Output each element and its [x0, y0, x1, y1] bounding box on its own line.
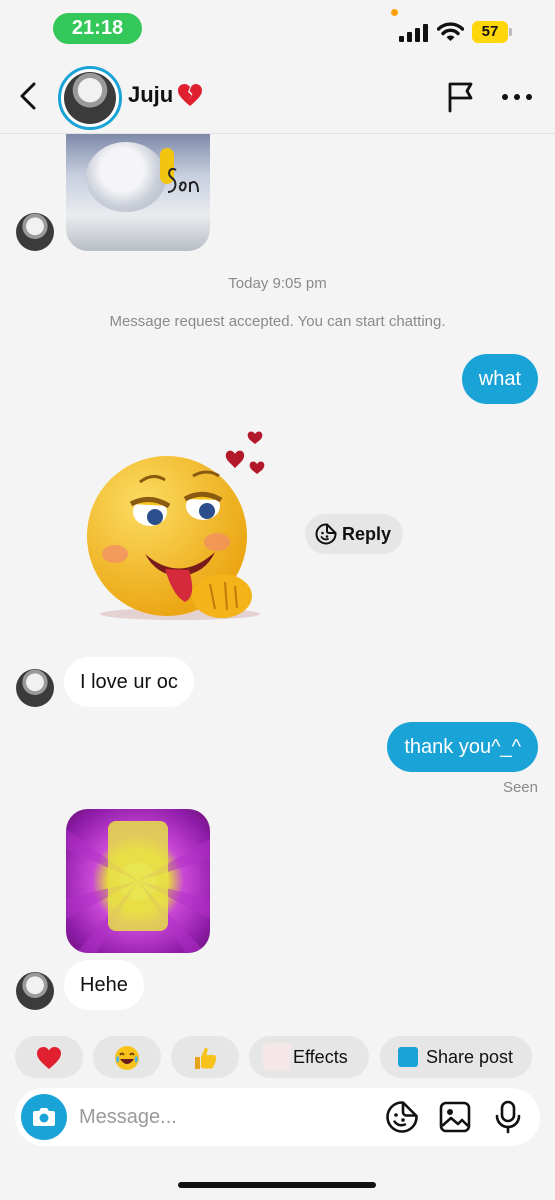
flag-icon[interactable]: [444, 80, 478, 114]
chevron-left-icon[interactable]: [14, 80, 44, 112]
home-indicator[interactable]: [178, 1182, 376, 1188]
wifi-icon: [437, 22, 464, 41]
spongebob-image[interactable]: [66, 809, 210, 953]
camera-button[interactable]: [21, 1094, 67, 1140]
play-icon: [398, 1047, 418, 1067]
privacy-indicator-dot: [391, 9, 398, 16]
battery-icon: 57: [472, 21, 512, 43]
heart-icon: [37, 1047, 61, 1070]
gallery-icon[interactable]: [438, 1100, 472, 1134]
message-input[interactable]: [79, 1097, 369, 1137]
heart-reaction-button[interactable]: [15, 1036, 83, 1078]
chat-header: Juju: [0, 58, 555, 134]
status-time: 21:18: [53, 13, 142, 44]
seen-status: Seen: [502, 779, 538, 796]
message-composer: [15, 1088, 540, 1146]
effects-label: Effects: [293, 1047, 348, 1067]
laughing-emoji-icon: [115, 1046, 139, 1071]
battery-level: 57: [472, 21, 508, 43]
broken-heart-icon: [178, 84, 202, 106]
smiling-emoji-sticker[interactable]: [85, 424, 275, 624]
thumbs-up-icon: [195, 1047, 217, 1070]
share-post-button[interactable]: Share post: [380, 1036, 532, 1078]
status-bar: 21:18 57: [0, 0, 555, 58]
system-message: Message request accepted. You can start …: [109, 313, 446, 330]
incoming-message[interactable]: I love ur oc: [64, 657, 194, 707]
handwritten-text-graphic: [167, 168, 199, 193]
cellular-signal-icon: [399, 24, 428, 42]
message-list[interactable]: Today 9:05 pm Message request accepted. …: [0, 134, 555, 1029]
outgoing-message[interactable]: thank you^_^: [387, 722, 538, 772]
reply-button[interactable]: Reply: [305, 514, 403, 554]
sender-avatar[interactable]: [16, 213, 54, 251]
sticker-reply-icon: [315, 523, 337, 545]
reply-label: Reply: [342, 524, 392, 544]
effects-button[interactable]: Effects: [249, 1036, 369, 1078]
chat-timestamp: Today 9:05 pm: [228, 275, 327, 292]
contact-avatar[interactable]: [58, 66, 122, 130]
sender-avatar[interactable]: [16, 972, 54, 1010]
laughing-reaction-button[interactable]: [93, 1036, 161, 1078]
more-horizontal-icon[interactable]: [500, 88, 534, 106]
share-post-label: Share post: [426, 1047, 514, 1067]
sender-avatar[interactable]: [16, 669, 54, 707]
microphone-icon[interactable]: [491, 1100, 525, 1134]
quick-reactions-bar: Effects Share post: [0, 1036, 555, 1078]
incoming-message[interactable]: Hehe: [64, 960, 144, 1010]
thumbs-up-reaction-button[interactable]: [171, 1036, 239, 1078]
avatar-image: [64, 72, 116, 124]
camera-icon: [33, 1108, 55, 1126]
sticker-icon[interactable]: [385, 1100, 419, 1134]
baby-photo[interactable]: [66, 134, 210, 251]
contact-name[interactable]: Juju: [128, 82, 173, 108]
outgoing-message[interactable]: what: [461, 354, 538, 404]
effects-thumbnail-icon: [263, 1043, 291, 1071]
